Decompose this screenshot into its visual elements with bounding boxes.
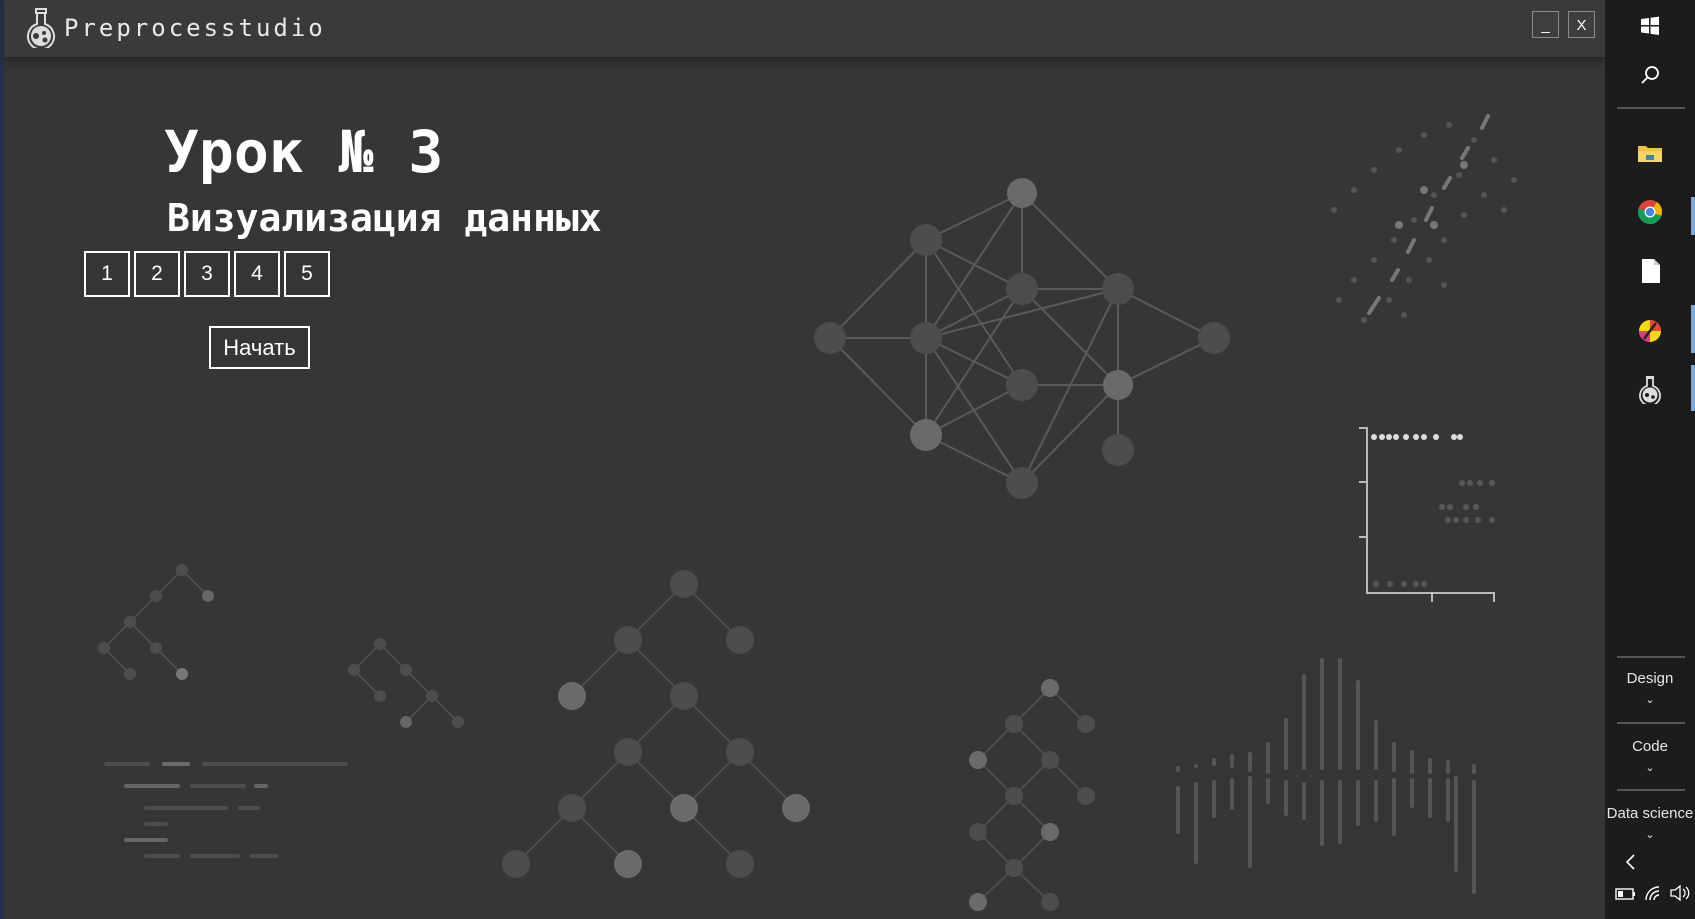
- small-tree-illustration-2: [353, 643, 459, 723]
- title-bar: Preprocesstudio _ X: [4, 0, 1605, 57]
- taskbar-separator: [1617, 107, 1685, 109]
- small-tree-illustration-1: [103, 569, 209, 675]
- page-button-2[interactable]: 2: [134, 251, 180, 297]
- taskbar-separator: [1617, 789, 1685, 791]
- chevron-down-icon[interactable]: ⌄: [1605, 693, 1695, 706]
- page-button-4[interactable]: 4: [234, 251, 280, 297]
- app-window: Preprocesstudio _ X Урок № 3 Визуализаци…: [0, 0, 1605, 919]
- file-explorer-icon[interactable]: [1635, 138, 1665, 168]
- windows-start-icon[interactable]: [1635, 11, 1665, 41]
- big-tree-illustration: [515, 583, 797, 865]
- chevron-down-icon[interactable]: ⌄: [1605, 761, 1695, 774]
- lesson-title: Урок № 3: [164, 118, 444, 186]
- page-button-1[interactable]: 1: [84, 251, 130, 297]
- chrome-icon[interactable]: [1635, 197, 1665, 227]
- volume-icon[interactable]: [1669, 884, 1691, 902]
- chevron-down-icon[interactable]: ⌄: [1605, 828, 1695, 841]
- page-button-3[interactable]: 3: [184, 251, 230, 297]
- medium-tree-illustration: [977, 687, 1087, 903]
- battery-icon[interactable]: [1615, 886, 1637, 902]
- design-menu[interactable]: Design: [1605, 670, 1695, 687]
- network-graph-illustration: [829, 192, 1215, 484]
- scatter-trend-illustration: [1367, 114, 1490, 315]
- taskbar: Design ⌄ Code ⌄ Data science ⌄: [1605, 0, 1695, 919]
- running-indicator: [1691, 197, 1695, 235]
- code-lines-illustration: [104, 762, 348, 858]
- start-button[interactable]: Начать: [209, 326, 310, 369]
- lesson-subtitle: Визуализация данных: [167, 196, 602, 240]
- close-button[interactable]: X: [1568, 11, 1595, 38]
- page-button-5[interactable]: 5: [284, 251, 330, 297]
- document-icon[interactable]: [1635, 256, 1665, 286]
- search-icon[interactable]: [1635, 61, 1665, 91]
- scatter-illustration: [1331, 122, 1517, 323]
- running-indicator: [1691, 365, 1695, 411]
- minimize-button[interactable]: _: [1532, 11, 1559, 38]
- taskbar-separator: [1617, 656, 1685, 658]
- taskbar-separator: [1617, 722, 1685, 724]
- app-title: Preprocesstudio: [64, 14, 326, 42]
- chevron-left-icon[interactable]: [1621, 852, 1641, 872]
- data-science-menu[interactable]: Data science: [1605, 805, 1695, 822]
- background-illustration: [98, 114, 1517, 911]
- small-tree-nodes-2: [348, 638, 464, 728]
- preprocesstudio-icon[interactable]: [1635, 374, 1665, 404]
- wifi-icon[interactable]: [1643, 884, 1663, 902]
- running-indicator: [1691, 305, 1695, 353]
- small-tree-nodes-1: [98, 564, 214, 680]
- strip-plot-illustration: [1359, 427, 1495, 602]
- code-menu[interactable]: Code: [1605, 738, 1695, 755]
- distribution-illustration: [1176, 658, 1476, 894]
- colorful-app-icon[interactable]: [1635, 316, 1665, 346]
- flask-logo-icon: [27, 8, 55, 48]
